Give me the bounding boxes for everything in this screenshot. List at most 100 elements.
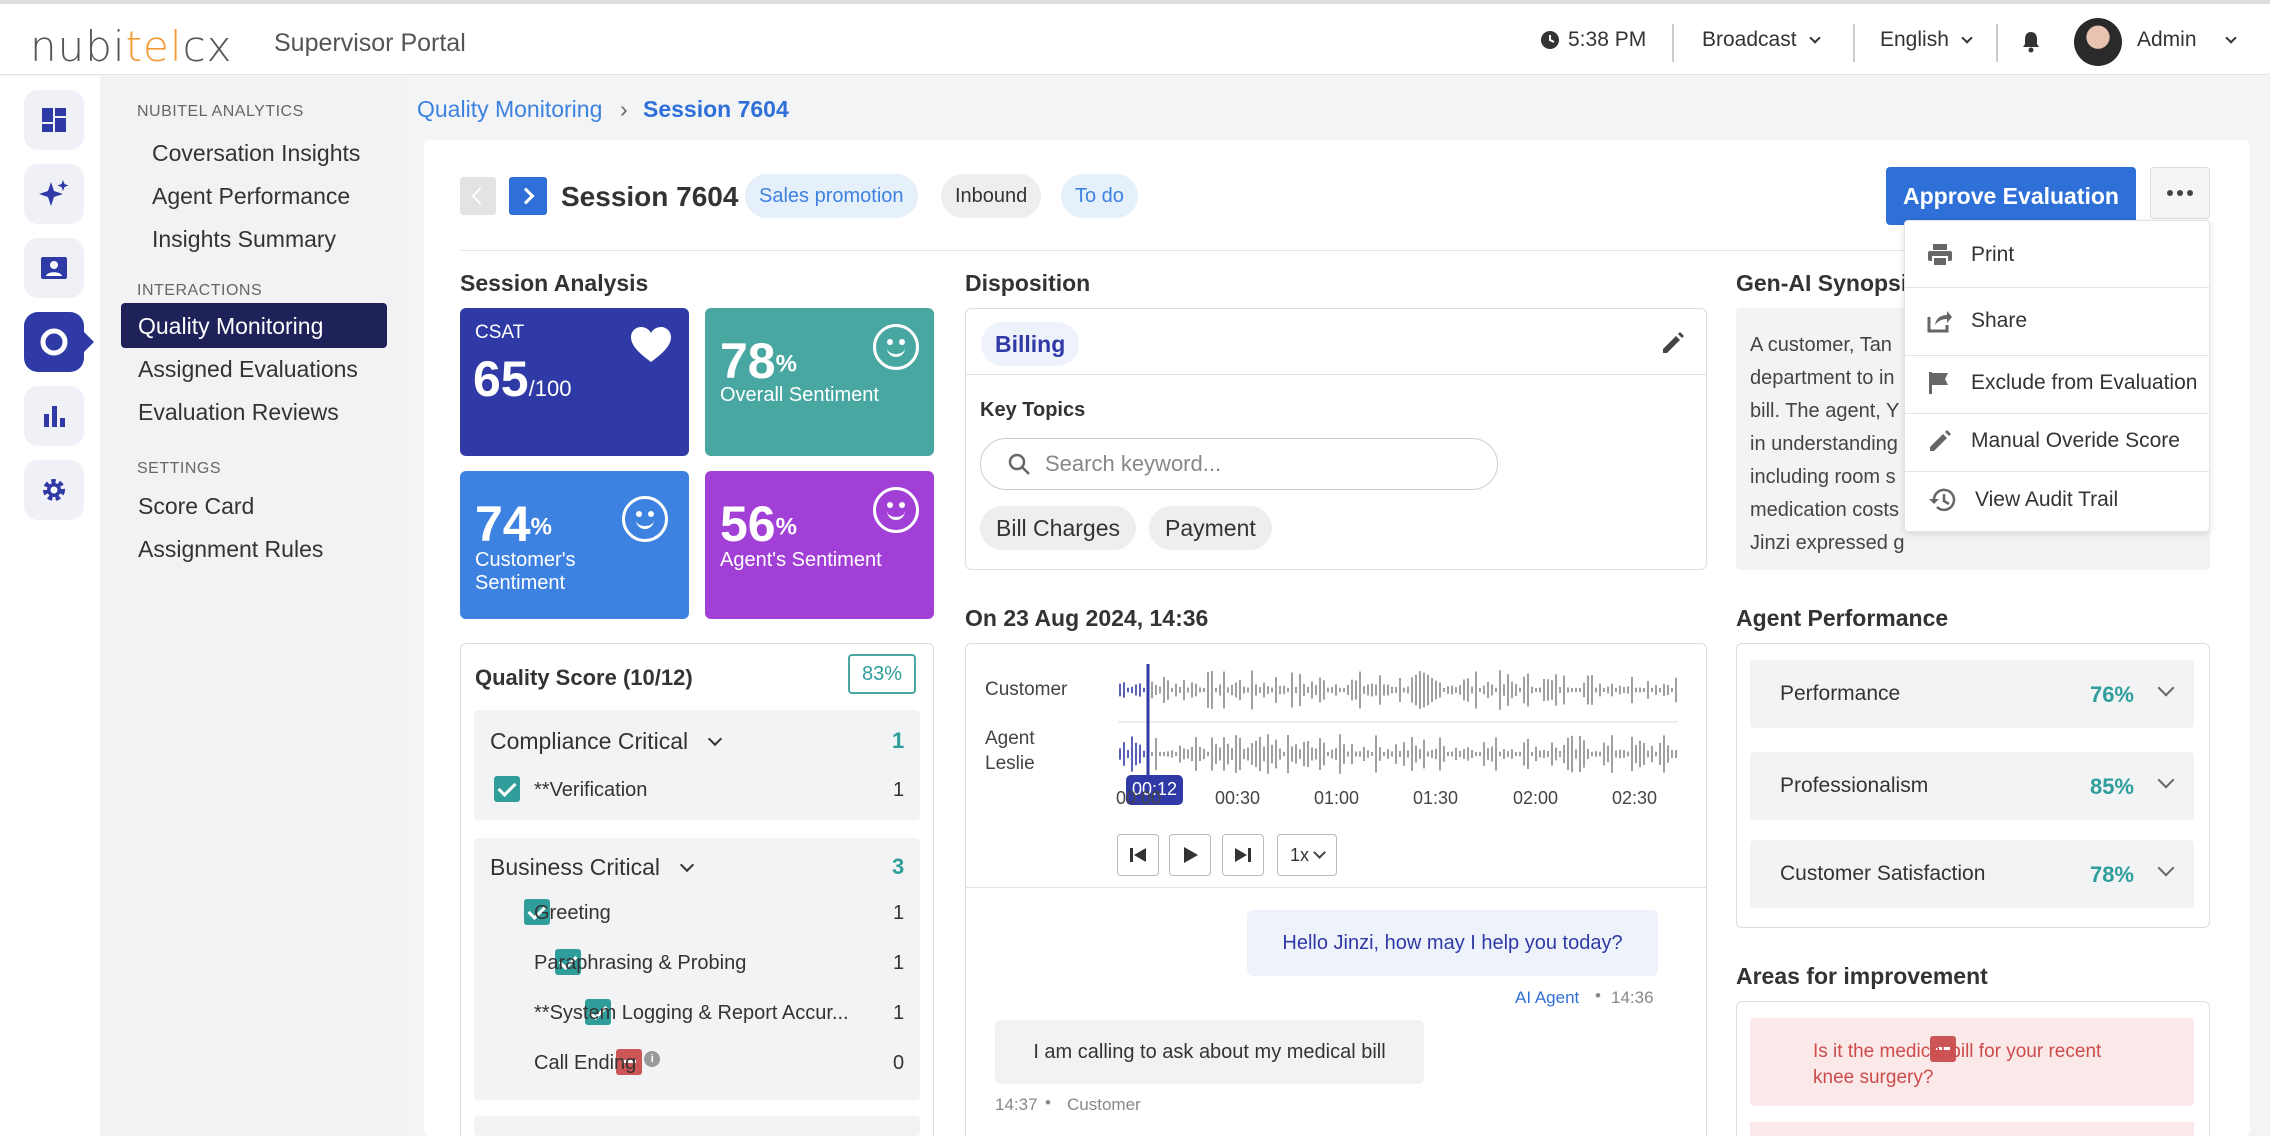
sparkle-icon[interactable] xyxy=(24,164,84,224)
language-label: English xyxy=(1880,28,1949,51)
message-agent-sender: AI Agent xyxy=(1515,988,1580,1007)
search-input[interactable]: Search keyword... xyxy=(1045,451,1221,477)
dashboard-icon[interactable] xyxy=(24,90,84,150)
message-agent-time: 14:36 xyxy=(1611,988,1654,1007)
nav-item-quality-monitoring[interactable]: Quality Monitoring xyxy=(121,303,387,348)
logo[interactable]: nubitelcx xyxy=(30,22,233,71)
tick-4: 02:00 xyxy=(1513,788,1559,808)
bell-icon[interactable] xyxy=(2020,30,2042,59)
checkbox-verification[interactable] xyxy=(494,776,520,802)
perf-row-performance[interactable]: Performance 76% xyxy=(1750,660,2194,728)
breadcrumb-separator: › xyxy=(620,96,628,122)
speed-select[interactable]: 1x xyxy=(1277,834,1337,876)
group-compliance-critical xyxy=(474,710,920,820)
key-topics-label: Key Topics xyxy=(980,399,1086,421)
skip-forward-button[interactable] xyxy=(1222,834,1264,876)
overall-sentiment-tile: 78% Overall Sentiment xyxy=(705,308,934,456)
agent-sentiment-value: 56 xyxy=(720,496,776,552)
score-system-logging: 1 xyxy=(893,1002,905,1024)
message-customer-time: 14:37 xyxy=(995,1095,1038,1114)
improvement-item-next xyxy=(1750,1122,2194,1136)
contact-card-icon[interactable] xyxy=(24,238,84,298)
menu-item-audit-trail[interactable]: View Audit Trail xyxy=(1905,478,2209,522)
nav-item-agent-performance[interactable]: Agent Performance xyxy=(152,183,350,210)
row-call-ending-label: Call Ending xyxy=(534,1052,637,1074)
nav-item-assignment-rules[interactable]: Assignment Rules xyxy=(138,536,323,563)
clock-icon xyxy=(1541,31,1559,49)
language-dropdown[interactable]: English xyxy=(1880,28,1973,52)
csat-value: 65 xyxy=(473,351,529,407)
topic-chip-bill-charges[interactable]: Bill Charges xyxy=(980,506,1136,550)
bar-chart-icon[interactable] xyxy=(24,386,84,446)
more-options-button[interactable] xyxy=(2150,167,2210,219)
history-icon xyxy=(1929,488,1956,512)
csat-tile: CSAT 65/100 xyxy=(460,308,689,456)
nav-item-conversation-insights[interactable]: Coversation Insights xyxy=(152,140,360,167)
pencil-icon xyxy=(1930,430,1951,451)
score-verification: 1 xyxy=(893,779,905,801)
menu-item-print[interactable]: Print xyxy=(1905,233,2209,277)
user-menu[interactable]: Admin xyxy=(2137,28,2237,52)
settings-icon[interactable] xyxy=(24,460,84,520)
breadcrumb-parent[interactable]: Quality Monitoring xyxy=(417,96,602,123)
group-business-header[interactable]: Business Critical xyxy=(490,854,695,881)
skip-back-button[interactable] xyxy=(1117,834,1159,876)
nav-item-insights-summary[interactable]: Insights Summary xyxy=(152,226,336,253)
next-session-button[interactable] xyxy=(509,177,547,215)
flag-icon xyxy=(1929,372,1948,394)
speed-value: 1x xyxy=(1289,844,1309,865)
row-paraphrasing: Paraphrasing & Probing xyxy=(534,952,747,974)
smile-icon xyxy=(873,487,919,533)
chevron-down-icon xyxy=(679,857,695,872)
agent-sentiment-label: Agent's Sentiment xyxy=(720,549,882,571)
nav-item-evaluation-reviews[interactable]: Evaluation Reviews xyxy=(138,399,339,426)
score-paraphrasing: 1 xyxy=(893,952,905,974)
clock-time: 5:38 PM xyxy=(1568,28,1647,51)
agent-performance-heading: Agent Performance xyxy=(1736,605,1949,631)
nav-item-score-card[interactable]: Score Card xyxy=(138,493,254,520)
tick-5: 02:30 xyxy=(1612,788,1658,808)
group-compliance-header[interactable]: Compliance Critical xyxy=(490,728,723,755)
prev-session-button[interactable] xyxy=(460,177,496,215)
agent-sentiment-tile: 56% Agent's Sentiment xyxy=(705,471,934,619)
approve-evaluation-button[interactable]: Approve Evaluation xyxy=(1886,167,2136,225)
quality-ring-icon[interactable] xyxy=(24,312,84,372)
track-agent-label: Agent xyxy=(985,728,1035,749)
breadcrumb-current: Session 7604 xyxy=(643,96,789,122)
nav-item-assigned-evaluations[interactable]: Assigned Evaluations xyxy=(138,356,358,383)
clock: 5:38 PM xyxy=(1540,28,1646,52)
topic-chip-payment[interactable]: Payment xyxy=(1149,506,1272,550)
track-agent-name: Leslie xyxy=(985,753,1035,774)
group-business-name: Business Critical xyxy=(490,854,660,880)
tick-3: 01:30 xyxy=(1413,788,1459,808)
info-icon[interactable]: i xyxy=(644,1050,661,1067)
group-business-count: 3 xyxy=(892,854,905,879)
group-compliance-count: 1 xyxy=(892,728,905,753)
menu-item-exclude[interactable]: Exclude from Evaluation xyxy=(1905,361,2209,405)
menu-item-manual-override[interactable]: Manual Overide Score xyxy=(1905,419,2209,463)
avatar[interactable] xyxy=(2074,18,2122,66)
session-title: Session 7604 xyxy=(561,181,739,212)
keyword-search[interactable]: Search keyword... xyxy=(980,438,1498,490)
broadcast-dropdown[interactable]: Broadcast xyxy=(1702,28,1821,52)
heart-icon xyxy=(631,327,671,362)
nav-section-settings: SETTINGS xyxy=(137,460,222,477)
perf-row-customer-satisfaction[interactable]: Customer Satisfaction 78% xyxy=(1750,840,2194,908)
chevron-down-icon xyxy=(1313,846,1326,859)
group-compliance-name: Compliance Critical xyxy=(490,728,689,754)
perf-row-professionalism[interactable]: Professionalism 85% xyxy=(1750,752,2194,820)
csat-max: /100 xyxy=(528,376,572,401)
tag-status: To do xyxy=(1061,174,1138,218)
broadcast-label: Broadcast xyxy=(1702,28,1797,51)
skip-forward-icon xyxy=(1235,848,1251,862)
menu-item-share[interactable]: Share xyxy=(1905,299,2209,343)
edit-icon[interactable] xyxy=(1660,330,1686,361)
chevron-left-icon xyxy=(471,187,489,205)
bullet-separator: • xyxy=(1045,1093,1051,1112)
play-button[interactable] xyxy=(1169,834,1211,876)
customer-sentiment-label-2: Sentiment xyxy=(475,572,566,594)
track-customer-label: Customer xyxy=(985,679,1068,700)
user-name: Admin xyxy=(2137,28,2197,51)
top-bar: nubitelcx Supervisor Portal 5:38 PM Broa… xyxy=(0,0,2270,75)
waveform[interactable] xyxy=(1118,660,1680,780)
